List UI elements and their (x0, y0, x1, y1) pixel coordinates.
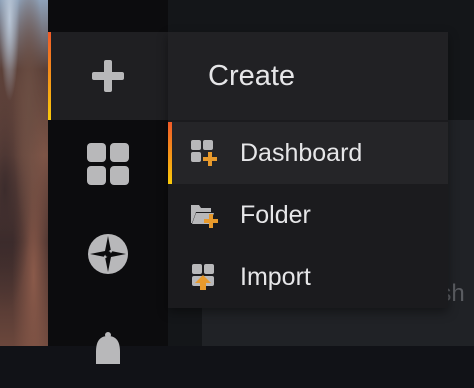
menu-item-folder[interactable]: Folder (168, 184, 448, 246)
menu-item-dashboard[interactable]: Dashboard (168, 122, 448, 184)
desktop-wallpaper (0, 0, 48, 346)
dashboards-icon (87, 143, 129, 185)
menu-item-label: Folder (240, 200, 311, 229)
menu-item-import[interactable]: Import (168, 246, 448, 308)
plus-icon (92, 60, 124, 92)
sidebar-item-explore[interactable] (48, 210, 168, 298)
bell-icon (96, 332, 120, 364)
menu-item-label: Import (240, 262, 311, 291)
sidebar (48, 0, 168, 364)
folder-add-icon (191, 205, 218, 228)
sidebar-item-create[interactable] (48, 32, 168, 120)
sidebar-item-alerting[interactable] (48, 300, 168, 388)
create-menu-header: Create (168, 32, 448, 120)
import-icon (192, 264, 214, 290)
create-menu-title: Create (208, 60, 296, 92)
dashboard-add-icon (191, 140, 217, 166)
compass-icon (88, 234, 128, 274)
sidebar-item-dashboards[interactable] (48, 120, 168, 208)
create-menu: Create Dashboard Folder Import (168, 32, 448, 308)
menu-item-label: Dashboard (240, 138, 363, 167)
